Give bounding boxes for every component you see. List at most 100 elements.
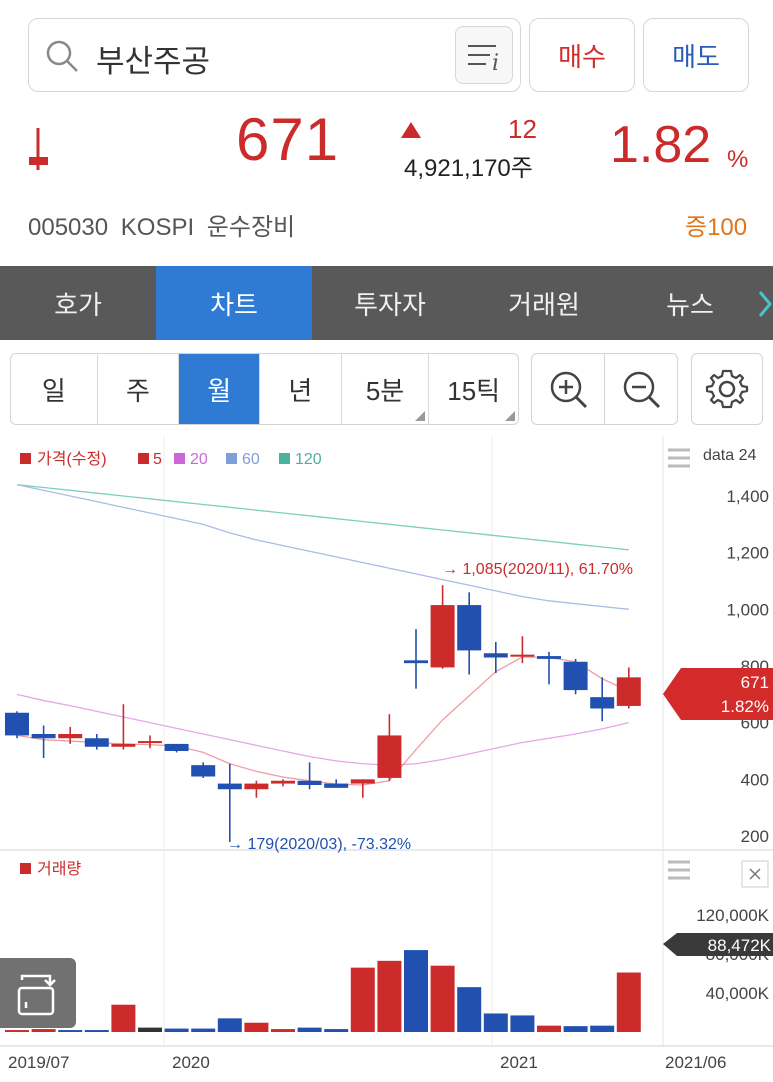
- gear-icon: [705, 369, 749, 409]
- volume-bar: [191, 1028, 216, 1032]
- price-tag-value: 671: [741, 673, 769, 692]
- period-selector: 일 주 월 년 5분 15틱: [10, 353, 519, 425]
- search-input[interactable]: 부산주공: [96, 36, 210, 81]
- buy-button[interactable]: 매수: [529, 18, 635, 92]
- tab-broker[interactable]: 거래원: [466, 266, 622, 340]
- tab-bar: 호가 차트 투자자 거래원 뉴스: [0, 266, 773, 340]
- period-month[interactable]: 월: [179, 354, 261, 424]
- volume-bar: [430, 965, 455, 1032]
- rotate-screen-button[interactable]: [0, 958, 76, 1028]
- period-15tick[interactable]: 15틱: [429, 354, 518, 424]
- legend-ma120-label: 120: [295, 451, 322, 468]
- volume-bar: [84, 1030, 109, 1032]
- volume-bar: [350, 967, 375, 1032]
- candle-down-icon: [29, 128, 48, 170]
- period-15tick-label: 15틱: [447, 375, 501, 406]
- volume-tick-label: 120,000K: [696, 906, 769, 925]
- sell-button[interactable]: 매도: [643, 18, 749, 92]
- legend-ma60-label: 60: [242, 451, 260, 468]
- volume-bar: [58, 1030, 83, 1032]
- close-volume-panel-button[interactable]: [741, 860, 769, 888]
- volume-tag-value: 88,472K: [708, 936, 772, 955]
- legend-ma5-label: 5: [153, 451, 162, 468]
- volume-bar: [404, 950, 428, 1032]
- time-tick-label: 2021: [500, 1053, 538, 1072]
- volume-bar: [164, 1028, 189, 1032]
- margin-rate: 증100: [685, 214, 748, 241]
- period-year[interactable]: 년: [260, 354, 342, 424]
- trading-volume: 4,921,170주: [404, 155, 533, 182]
- period-week[interactable]: 주: [98, 354, 180, 424]
- candle: [5, 711, 29, 739]
- change-rate: 1.82: [610, 116, 712, 174]
- price-tick-label: 400: [741, 770, 769, 789]
- volume-bar: [324, 1029, 349, 1032]
- current-price: 671: [236, 106, 340, 173]
- volume-bar: [31, 1029, 56, 1032]
- volume-bar: [483, 1013, 508, 1032]
- period-5min[interactable]: 5분: [342, 354, 430, 424]
- legend-ma120-swatch: [279, 453, 290, 464]
- volume-tick-label: 40,000K: [706, 984, 770, 1003]
- volume-bar: [537, 1025, 561, 1032]
- time-tick-label: 2020: [172, 1053, 210, 1072]
- legend-ma5-swatch: [138, 453, 149, 464]
- up-arrow-icon: [401, 122, 421, 138]
- volume-bar: [111, 1004, 136, 1032]
- chart-settings-button[interactable]: [691, 353, 763, 425]
- zoom-out-button[interactable]: [604, 353, 678, 425]
- price-tick-label: 1,200: [726, 544, 769, 563]
- price-tick-label: 200: [741, 827, 769, 846]
- stock-chart[interactable]: 1,4001,2001,000800600400200 120,000K80,0…: [0, 436, 773, 1082]
- price-tick-label: 1,400: [726, 487, 769, 506]
- legend-ma60-swatch: [226, 453, 237, 464]
- time-tick-label: 2019/07: [8, 1053, 69, 1072]
- volume-bar: [377, 960, 402, 1032]
- legend-volume-swatch: [20, 863, 31, 874]
- change-rate-unit: %: [727, 146, 749, 173]
- svg-text:i: i: [492, 51, 499, 76]
- period-day[interactable]: 일: [11, 354, 98, 424]
- volume-bar: [297, 1027, 322, 1032]
- candle: [563, 658, 588, 695]
- chevron-right-icon[interactable]: [758, 290, 772, 318]
- period-5min-label: 5분: [365, 375, 405, 406]
- legend-ma20-swatch: [174, 453, 185, 464]
- tab-news[interactable]: 뉴스: [620, 266, 760, 340]
- current-price-tag: 671 1.82%: [663, 668, 773, 720]
- price-tag-rate: 1.82%: [721, 697, 769, 716]
- volume-bar: [5, 1030, 29, 1032]
- legend-price-label: 가격(수정): [37, 450, 107, 468]
- sector-name: 운수장비: [206, 214, 296, 241]
- stock-meta: 005030 KOSPI 운수장비: [28, 207, 295, 242]
- stock-code: 005030: [28, 214, 109, 241]
- stock-info-button[interactable]: i: [455, 26, 513, 84]
- volume-bar: [271, 1029, 295, 1032]
- high-annotation: → 1,085(2020/11), 61.70%: [442, 561, 633, 578]
- tab-chart[interactable]: 차트: [156, 266, 312, 340]
- volume-bar: [616, 972, 641, 1032]
- tab-hoga[interactable]: 호가: [0, 266, 156, 340]
- time-tick-label: 2021/06: [665, 1053, 726, 1072]
- zoom-out-icon: [623, 371, 661, 409]
- current-volume-tag: 88,472K: [663, 933, 773, 956]
- volume-bar: [244, 1022, 269, 1032]
- volume-bar: [563, 1026, 588, 1032]
- low-annotation: → 179(2020/03), -73.32%: [227, 836, 411, 853]
- volume-bar: [457, 987, 482, 1032]
- tab-investor[interactable]: 투자자: [312, 266, 468, 340]
- price-tick-label: 1,000: [726, 600, 769, 619]
- list-info-icon: i: [468, 45, 499, 76]
- volume-bar: [138, 1027, 162, 1032]
- volume-bar: [217, 1018, 242, 1032]
- search-icon: [46, 40, 78, 72]
- price-change: 12: [508, 114, 537, 144]
- low-annotation-text: 179(2020/03), -73.32%: [247, 836, 411, 853]
- legend-price-swatch: [20, 453, 31, 464]
- high-annotation-text: 1,085(2020/11), 61.70%: [462, 561, 633, 578]
- zoom-in-button[interactable]: [531, 353, 605, 425]
- data-count-label: data 24: [703, 447, 756, 464]
- volume-bar: [590, 1025, 615, 1032]
- legend-ma20-label: 20: [190, 451, 208, 468]
- rotate-screen-icon: [17, 974, 56, 1016]
